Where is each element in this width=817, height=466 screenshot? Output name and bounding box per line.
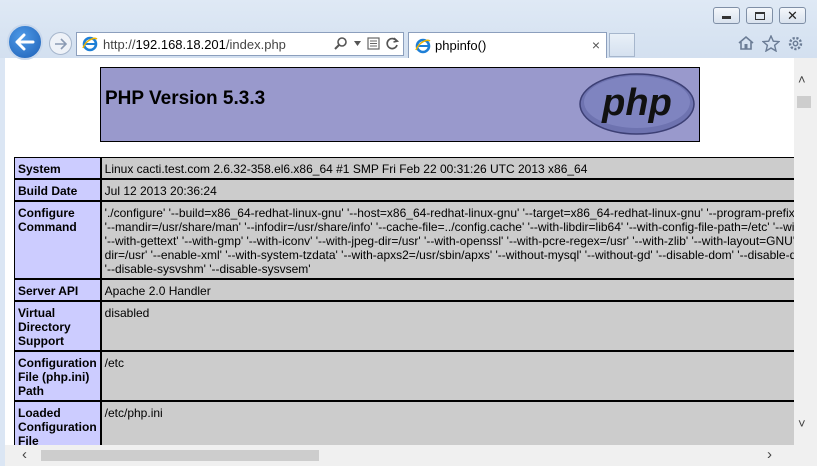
table-row: Virtual Directory Support disabled (14, 301, 794, 351)
scroll-down-icon[interactable]: ˅ (798, 416, 806, 431)
row-label: Build Date (14, 179, 101, 201)
address-bar[interactable]: http://192.168.18.201/index.php (76, 32, 404, 56)
php-info-table: System Linux cacti.test.com 2.6.32-358.e… (14, 157, 794, 445)
url-text[interactable]: http://192.168.18.201/index.php (103, 37, 286, 52)
dropdown-icon[interactable] (354, 40, 361, 46)
forward-button[interactable] (49, 32, 72, 55)
scroll-right-icon[interactable]: › (767, 446, 772, 463)
configure-line: './configure' '--build=x86_64-redhat-lin… (104, 206, 794, 220)
row-value: Apache 2.0 Handler (100, 279, 794, 301)
window-close-button[interactable]: ✕ (779, 7, 806, 24)
tab-close-button[interactable]: × (592, 37, 600, 53)
browser-chrome: ✕ http://192.168.18.201/index.php phpinf… (0, 0, 817, 60)
row-value: /etc/php.ini (100, 401, 794, 445)
home-icon[interactable] (737, 35, 755, 51)
gear-icon[interactable] (787, 35, 804, 52)
new-tab-button[interactable] (609, 33, 635, 57)
php-logo: php (579, 73, 695, 135)
vertical-scrollbar[interactable]: ˄ ˅ (794, 58, 817, 445)
row-value: disabled (100, 301, 794, 351)
horizontal-scroll-thumb[interactable] (41, 450, 319, 461)
tab-title: phpinfo() (435, 38, 487, 53)
ie-icon (82, 36, 98, 52)
page-title: PHP Version 5.3.3 (105, 88, 266, 109)
back-arrow-icon (15, 33, 35, 51)
configure-line: dir=/usr' '--enable-xml' '--with-system-… (104, 248, 794, 262)
page-viewport: PHP Version 5.3.3 php System Linux cacti… (5, 58, 794, 445)
table-row: System Linux cacti.test.com 2.6.32-358.e… (14, 157, 794, 179)
minimize-button[interactable] (713, 7, 740, 24)
horizontal-scrollbar[interactable]: ‹ › (5, 445, 817, 466)
configure-line: '--disable-sysvshm' '--disable-sysvsem' (104, 262, 311, 276)
table-row: Configuration File (php.ini) Path /etc (14, 351, 794, 401)
row-label: System (14, 157, 101, 179)
row-label: Configure Command (14, 201, 101, 279)
url-host: 192.168.18.201 (135, 36, 226, 52)
row-label: Loaded Configuration File (14, 401, 101, 445)
star-icon[interactable] (762, 35, 780, 52)
table-row: Server API Apache 2.0 Handler (14, 279, 794, 301)
configure-line: '--with-gettext' '--with-gmp' '--with-ic… (104, 234, 794, 248)
row-value: Linux cacti.test.com 2.6.32-358.el6.x86_… (100, 157, 794, 179)
php-version-header: PHP Version 5.3.3 php (100, 67, 700, 142)
maximize-button[interactable] (746, 7, 773, 24)
row-label: Configuration File (php.ini) Path (14, 351, 101, 401)
scroll-up-icon[interactable]: ˄ (798, 72, 806, 87)
forward-arrow-icon (55, 37, 67, 50)
row-value: './configure' '--build=x86_64-redhat-lin… (100, 201, 794, 279)
scroll-left-icon[interactable]: ‹ (22, 446, 27, 463)
back-button[interactable] (7, 24, 43, 60)
configure-line: '--mandir=/usr/share/man' '--infodir=/us… (104, 220, 794, 234)
table-row: Build Date Jul 12 2013 20:36:24 (14, 179, 794, 201)
compat-view-icon[interactable] (367, 36, 380, 50)
row-label: Virtual Directory Support (14, 301, 101, 351)
search-icon[interactable] (334, 36, 348, 50)
tab-phpinfo[interactable]: phpinfo() × (408, 32, 607, 58)
url-path: /index.php (225, 36, 286, 52)
table-row: Loaded Configuration File /etc/php.ini (14, 401, 794, 445)
url-prefix: http:// (103, 36, 136, 52)
row-label: Server API (14, 279, 101, 301)
refresh-icon[interactable] (386, 36, 399, 50)
row-value: Jul 12 2013 20:36:24 (100, 179, 794, 201)
table-row: Configure Command './configure' '--build… (14, 201, 794, 279)
row-value: /etc (100, 351, 794, 401)
vertical-scroll-thumb[interactable] (797, 96, 811, 108)
ie-icon (415, 38, 431, 53)
svg-text:php: php (601, 82, 672, 124)
